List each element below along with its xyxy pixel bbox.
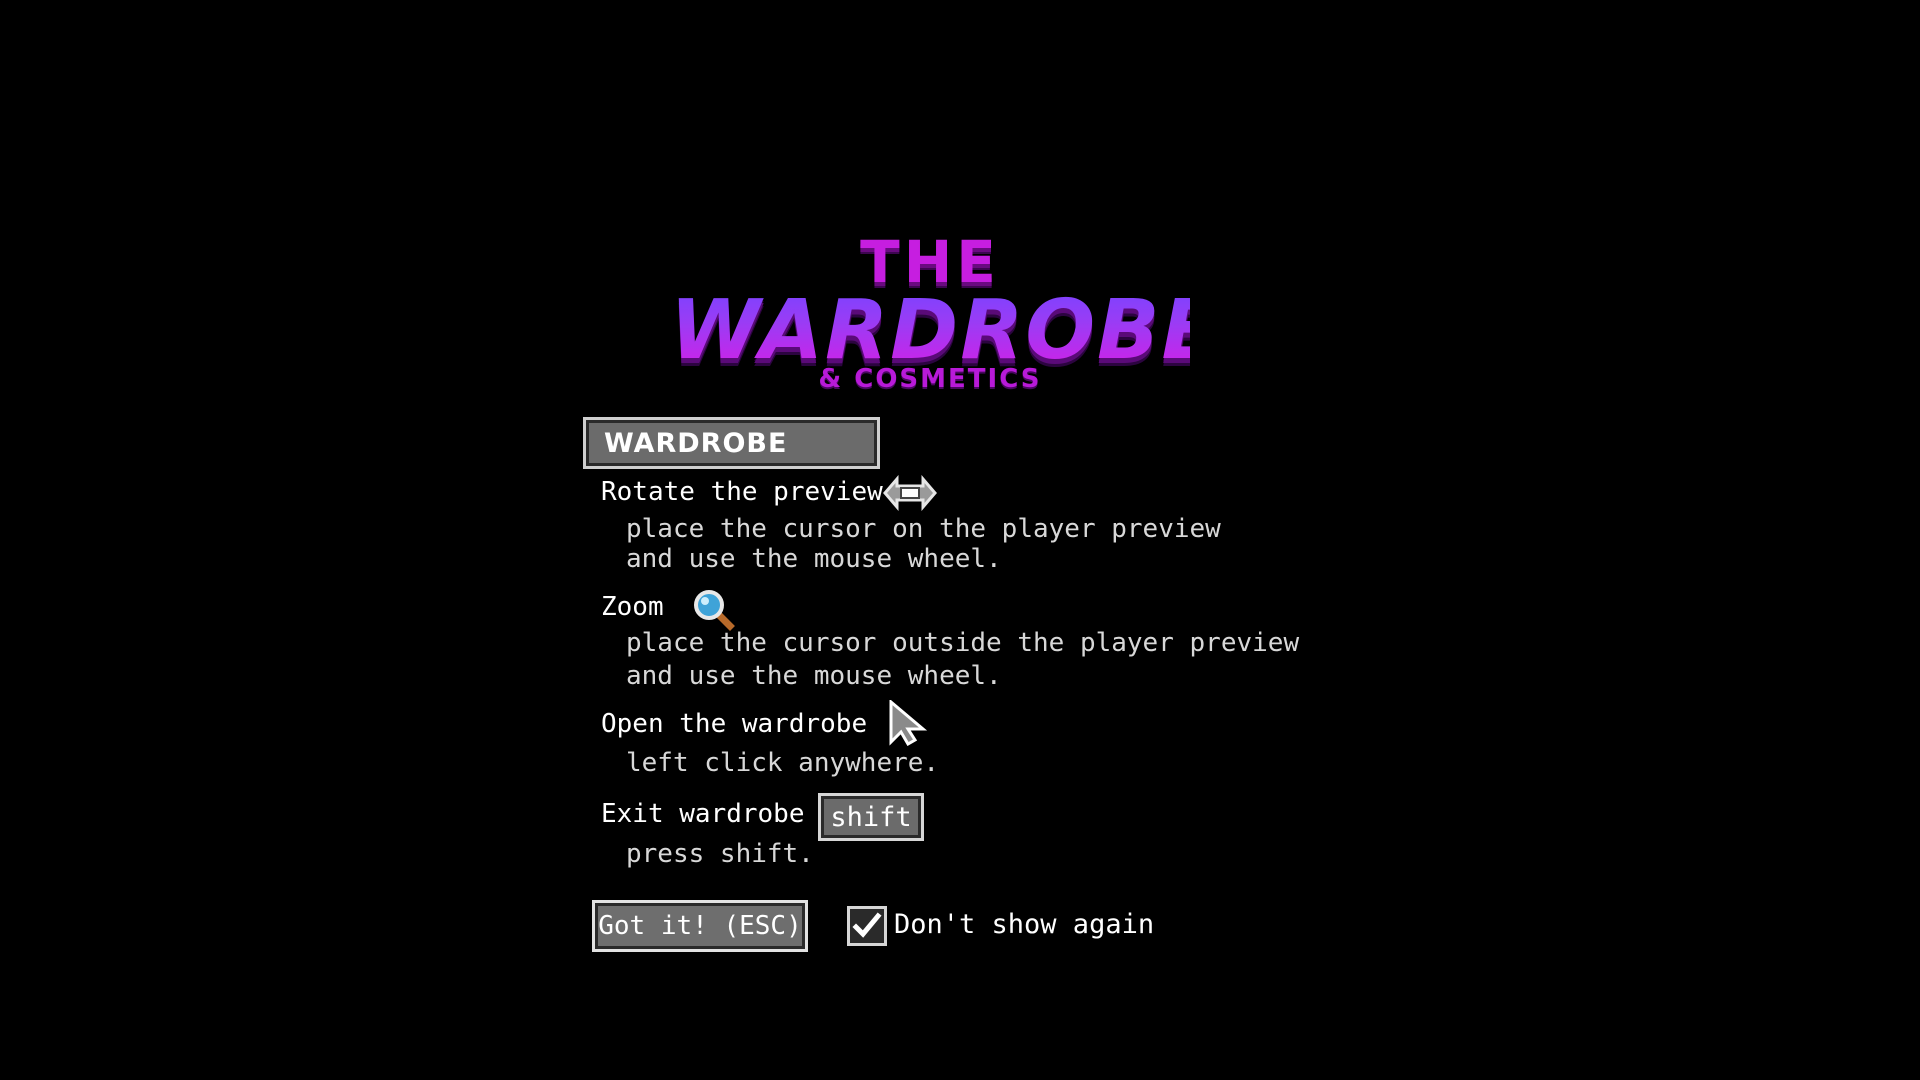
got-it-label: Got it! (ESC) (598, 911, 802, 941)
rotate-desc-line-1: place the cursor on the player preview (626, 514, 1221, 544)
dont-show-again-label[interactable]: Don't show again (894, 908, 1154, 942)
game-screen: THE WARDROBE & COSMETICS WARDROBE Rotate… (0, 0, 1920, 1080)
zoom-title: Zoom (601, 592, 664, 622)
checkmark-icon (852, 912, 882, 938)
shift-key-label: shift (830, 801, 912, 833)
rotate-arrows-icon (883, 475, 937, 511)
exit-title: Exit wardrobe (601, 799, 805, 829)
logo-title-text: WARDROBE (670, 283, 1220, 378)
rotate-desc-line-2: and use the mouse wheel. (626, 544, 1002, 574)
zoom-desc-line-1: place the cursor outside the player prev… (626, 628, 1300, 658)
rotate-title: Rotate the preview (601, 477, 883, 507)
got-it-button[interactable]: Got it! (ESC) (592, 900, 808, 952)
game-logo: THE WARDROBE & COSMETICS (670, 232, 1220, 402)
open-title: Open the wardrobe (601, 709, 868, 739)
magnifier-icon (694, 590, 735, 631)
exit-desc-line-1: press shift. (626, 839, 814, 869)
section-title: WARDROBE (604, 427, 788, 459)
section-header: WARDROBE (583, 417, 880, 469)
dont-show-again-checkbox[interactable] (847, 906, 887, 946)
shift-key-badge: shift (818, 793, 924, 841)
zoom-desc-line-2: and use the mouse wheel. (626, 661, 1002, 691)
logo-subtitle-text: & COSMETICS (818, 364, 1042, 394)
open-desc-line-1: left click anywhere. (626, 748, 940, 778)
cursor-arrow-icon (889, 700, 928, 746)
